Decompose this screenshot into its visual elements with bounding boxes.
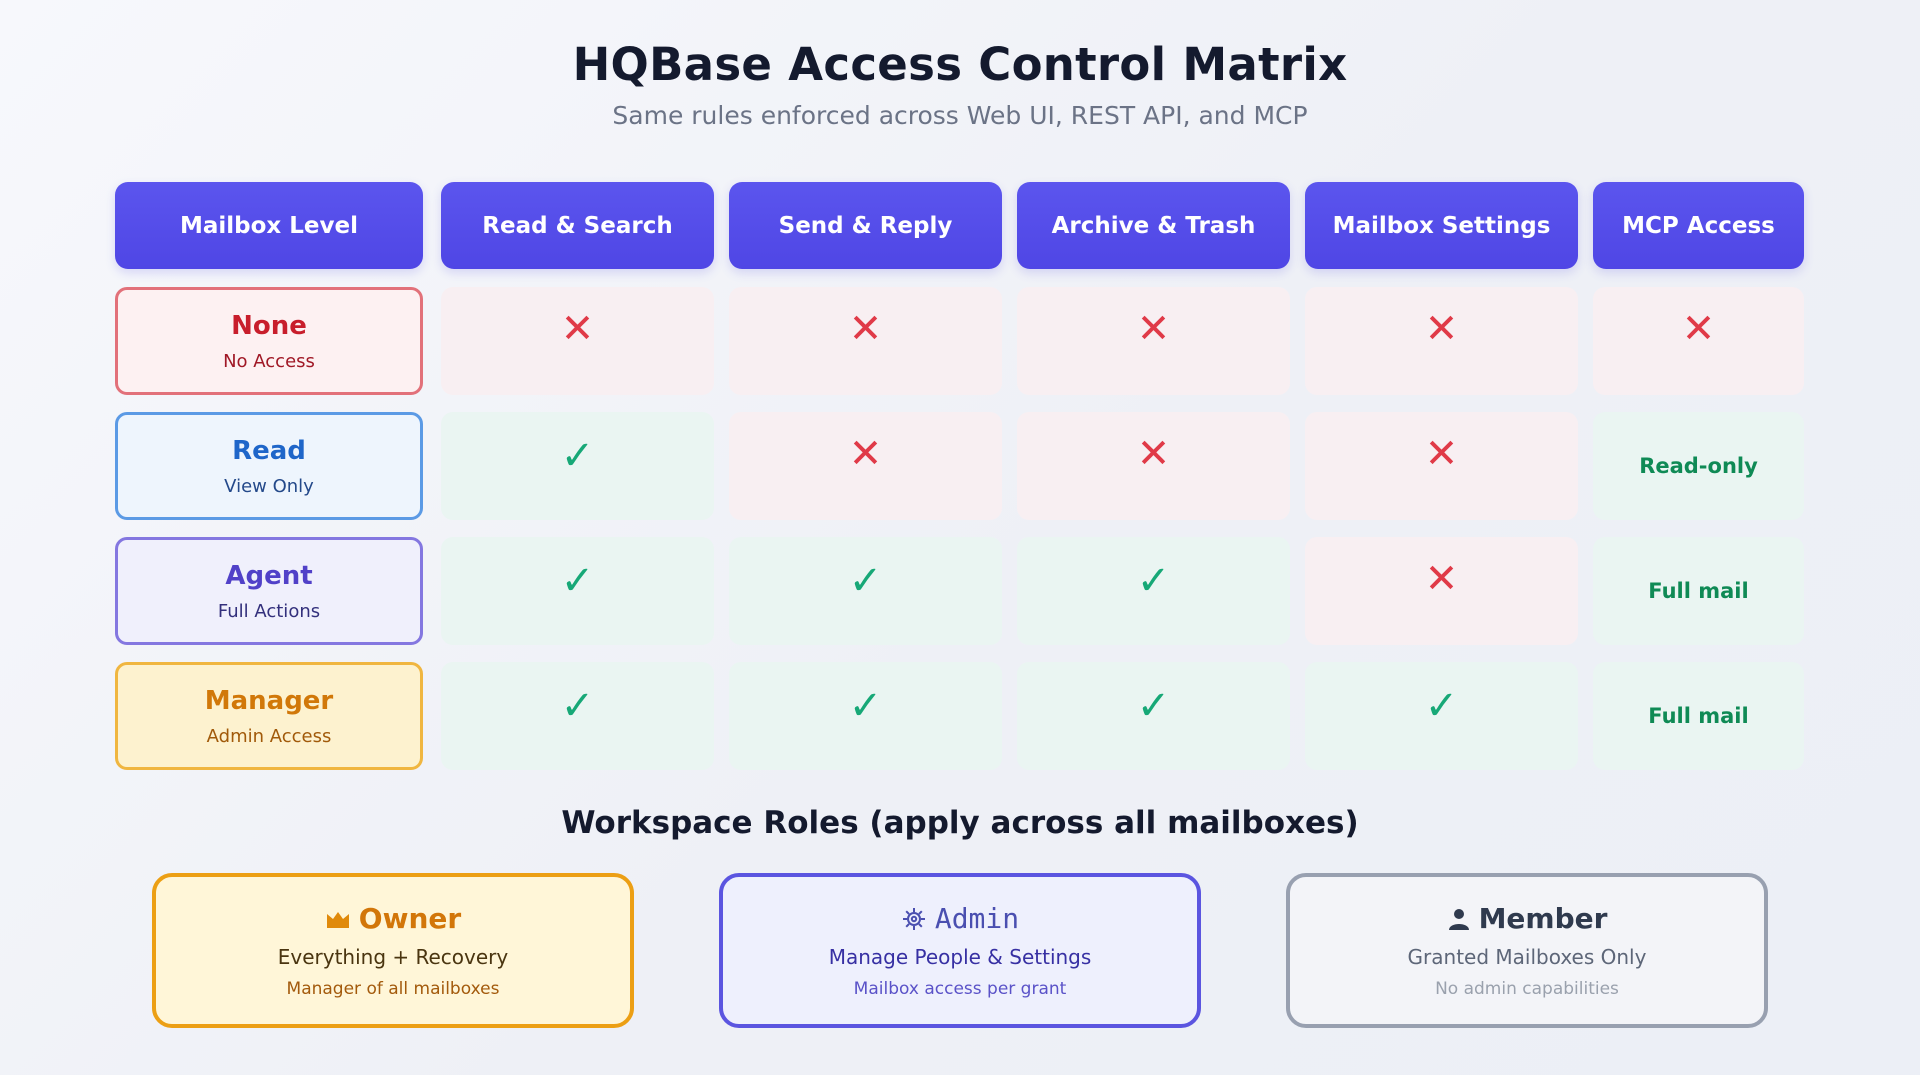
- permission-cell: ✕: [1017, 287, 1290, 395]
- permission-cell: ✓: [729, 662, 1002, 770]
- permission-cell: Read-only: [1593, 412, 1804, 520]
- diagram-canvas: HQBase Access Control Matrix Same rules …: [0, 0, 1920, 1075]
- permission-cell: ✕: [729, 412, 1002, 520]
- level-name: None: [231, 310, 307, 341]
- mcp-access-label: Read-only: [1639, 454, 1758, 478]
- column-header-mcp-access: MCP Access: [1593, 182, 1804, 269]
- level-description: No Access: [223, 350, 315, 372]
- role-description: Manage People & Settings: [828, 945, 1092, 969]
- deny-x-icon: ✕: [1136, 431, 1171, 477]
- column-header-mailbox-settings: Mailbox Settings: [1305, 182, 1578, 269]
- allow-check-icon: ✓: [848, 558, 883, 604]
- permission-cell: ✕: [1305, 537, 1578, 645]
- role-name: Member: [1478, 902, 1608, 935]
- person-icon: [1447, 907, 1471, 931]
- gear-icon: [901, 906, 927, 932]
- mcp-access-label: Full mail: [1648, 704, 1749, 728]
- roles-section-title: Workspace Roles (apply across all mailbo…: [561, 805, 1359, 841]
- role-name: Owner: [358, 902, 462, 935]
- page-title: HQBase Access Control Matrix: [572, 38, 1348, 91]
- permission-cell: Full mail: [1593, 537, 1804, 645]
- permission-cell: ✓: [1305, 662, 1578, 770]
- role-card-owner: Owner Everything + Recovery Manager of a…: [152, 873, 634, 1028]
- deny-x-icon: ✕: [1681, 306, 1716, 352]
- role-note: Manager of all mailboxes: [286, 979, 500, 999]
- deny-x-icon: ✕: [1424, 431, 1459, 477]
- role-name: Admin: [934, 902, 1020, 935]
- deny-x-icon: ✕: [1424, 306, 1459, 352]
- role-description: Everything + Recovery: [277, 945, 509, 969]
- permission-cell: ✓: [441, 662, 714, 770]
- level-card-agent: Agent Full Actions: [115, 537, 423, 645]
- role-card-admin: Admin Manage People & Settings Mailbox a…: [719, 873, 1201, 1028]
- crown-icon: [325, 909, 351, 929]
- allow-check-icon: ✓: [1136, 558, 1171, 604]
- deny-x-icon: ✕: [1424, 556, 1459, 602]
- permission-cell: ✕: [1017, 412, 1290, 520]
- allow-check-icon: ✓: [1424, 683, 1459, 729]
- permission-cell: ✓: [1017, 662, 1290, 770]
- allow-check-icon: ✓: [560, 558, 595, 604]
- role-description: Granted Mailboxes Only: [1407, 945, 1647, 969]
- level-name: Read: [232, 435, 306, 466]
- permission-cell: ✕: [1305, 412, 1578, 520]
- column-header-read-search: Read & Search: [441, 182, 714, 269]
- deny-x-icon: ✕: [848, 431, 883, 477]
- deny-x-icon: ✕: [848, 306, 883, 352]
- allow-check-icon: ✓: [560, 683, 595, 729]
- level-name: Manager: [204, 685, 334, 716]
- level-name: Agent: [225, 560, 313, 591]
- mcp-access-label: Full mail: [1648, 579, 1749, 603]
- role-note: Mailbox access per grant: [853, 979, 1067, 999]
- permission-cell: ✕: [441, 287, 714, 395]
- permission-cell: ✕: [729, 287, 1002, 395]
- allow-check-icon: ✓: [848, 683, 883, 729]
- permission-cell: ✓: [1017, 537, 1290, 645]
- level-card-none: None No Access: [115, 287, 423, 395]
- level-card-manager: Manager Admin Access: [115, 662, 423, 770]
- level-description: Admin Access: [206, 725, 332, 747]
- permission-cell: ✕: [1593, 287, 1804, 395]
- allow-check-icon: ✓: [560, 433, 595, 479]
- deny-x-icon: ✕: [560, 306, 595, 352]
- role-note: No admin capabilities: [1435, 979, 1619, 999]
- column-header-send-reply: Send & Reply: [729, 182, 1002, 269]
- level-card-read: Read View Only: [115, 412, 423, 520]
- level-description: Full Actions: [217, 600, 321, 622]
- permission-cell: ✓: [441, 412, 714, 520]
- permission-cell: ✓: [729, 537, 1002, 645]
- permission-cell: ✕: [1305, 287, 1578, 395]
- allow-check-icon: ✓: [1136, 683, 1171, 729]
- deny-x-icon: ✕: [1136, 306, 1171, 352]
- column-header-mailbox-level: Mailbox Level: [115, 182, 423, 269]
- permission-cell: ✓: [441, 537, 714, 645]
- permission-cell: Full mail: [1593, 662, 1804, 770]
- level-description: View Only: [224, 475, 314, 497]
- page-subtitle: Same rules enforced across Web UI, REST …: [612, 101, 1308, 130]
- column-header-archive-trash: Archive & Trash: [1017, 182, 1290, 269]
- role-card-member: Member Granted Mailboxes Only No admin c…: [1286, 873, 1768, 1028]
